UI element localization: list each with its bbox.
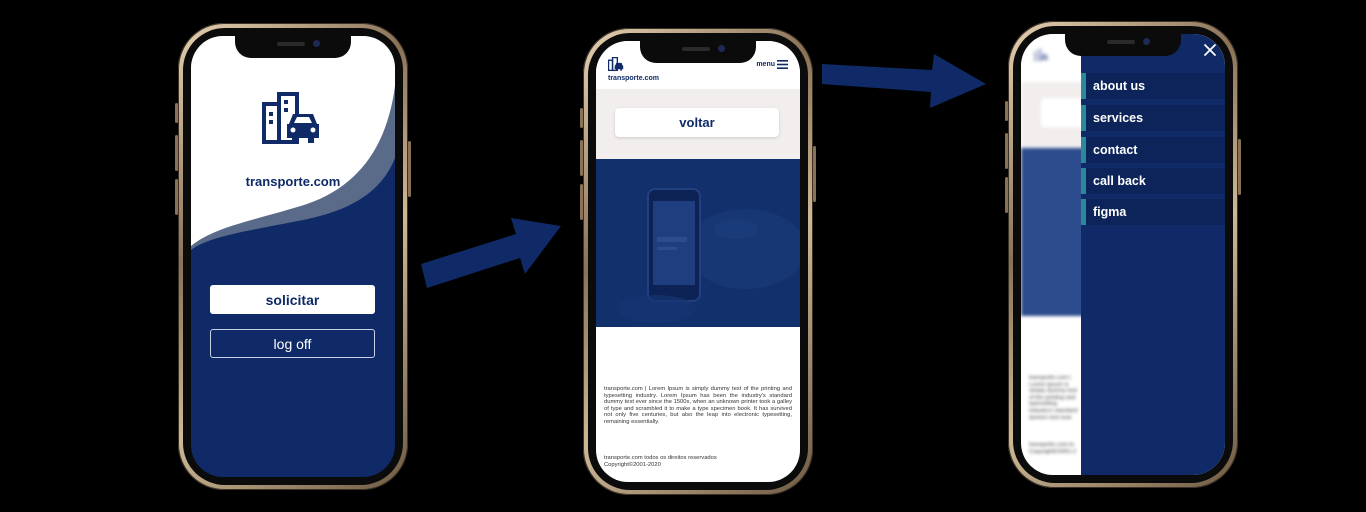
menu-item-figma[interactable]: figma	[1081, 199, 1225, 225]
menu-item-about-us[interactable]: about us	[1081, 73, 1225, 99]
phone-side-button	[175, 135, 178, 171]
menu-item-services[interactable]: services	[1081, 105, 1225, 131]
footer: transporte.com todos os direitos reserva…	[604, 455, 792, 469]
phone-side-button	[408, 141, 411, 197]
phone-notch	[1065, 34, 1181, 56]
home-screen: transporte.com menu voltar transporte.co…	[596, 41, 800, 482]
menu-item-call-back[interactable]: call back	[1081, 168, 1225, 194]
background-footer-rights: transporte.com to	[1029, 442, 1075, 448]
side-drawer: about us services contact call back figm…	[1081, 34, 1225, 475]
phone-side-button	[175, 179, 178, 215]
log-off-button[interactable]: log off	[210, 329, 375, 358]
background-lorem: transporte.com | Lorem Ipsum is simply d…	[1029, 375, 1078, 419]
voltar-button[interactable]: voltar	[615, 108, 779, 137]
phone-mockup-home: transporte.com menu voltar transporte.co…	[580, 28, 816, 495]
building-car-icon	[262, 92, 319, 144]
menu-toggle[interactable]: menu	[756, 60, 788, 69]
phone-notch	[235, 36, 351, 58]
close-icon[interactable]	[1203, 43, 1217, 57]
phone-mockup-menu: transporte.com | Lorem Ipsum is simply d…	[1005, 21, 1241, 488]
phone-notch	[640, 41, 756, 63]
flow-arrow-1	[421, 218, 561, 288]
footer-rights: transporte.com todos os direitos reserva…	[604, 455, 717, 461]
footer-copyright: Copyright©2001-2020	[604, 461, 661, 468]
hero-image	[596, 159, 800, 327]
building-car-icon	[1033, 48, 1049, 62]
solicitar-button[interactable]: solicitar	[210, 285, 375, 314]
hamburger-icon	[777, 60, 788, 69]
brand-name: transporte.com	[608, 75, 659, 82]
phone-side-button	[1238, 139, 1241, 195]
phone-side-button	[580, 184, 583, 220]
phone-side-button	[813, 146, 816, 202]
login-screen: transporte.com solicitar log off	[191, 36, 395, 477]
phone-photo-illustration	[596, 159, 800, 327]
phone-side-button	[1005, 101, 1008, 121]
phone-side-button	[1005, 133, 1008, 169]
flow-arrow-2	[822, 54, 986, 108]
lorem-paragraph: transporte.com | Lorem Ipsum is simply d…	[604, 386, 792, 425]
menu-screen: transporte.com | Lorem Ipsum is simply d…	[1021, 34, 1225, 475]
phone-mockup-login: transporte.com solicitar log off	[175, 23, 411, 490]
phone-side-button	[580, 108, 583, 128]
background-footer-copyright: Copyright©2001-2	[1029, 448, 1077, 455]
menu-item-contact[interactable]: contact	[1081, 137, 1225, 163]
building-car-icon	[608, 57, 624, 72]
brand-name: transporte.com	[245, 174, 341, 189]
phone-side-button	[580, 140, 583, 176]
phone-side-button	[175, 103, 178, 123]
phone-side-button	[1005, 177, 1008, 213]
menu-label: menu	[756, 61, 775, 68]
